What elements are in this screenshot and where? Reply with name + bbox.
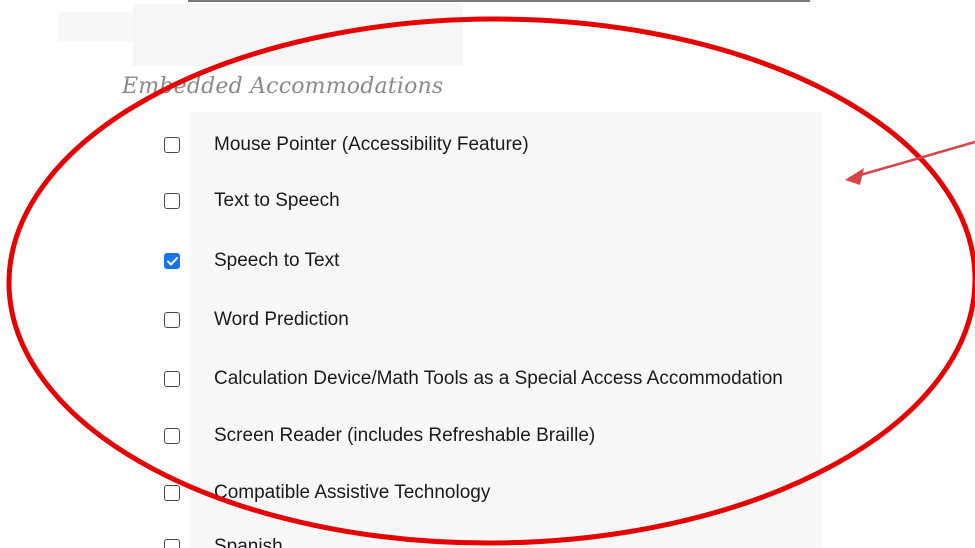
option-label: Spanish [214,536,283,548]
option-label: Speech to Text [214,250,340,271]
checkbox[interactable] [164,539,180,548]
option-item[interactable]: Calculation Device/Math Tools as a Speci… [164,364,783,394]
checkbox[interactable] [164,193,180,209]
section-heading: Embedded Accommodations [122,74,444,99]
option-label: Calculation Device/Math Tools as a Speci… [214,368,783,389]
option-label: Compatible Assistive Technology [214,482,491,503]
option-item[interactable]: Screen Reader (includes Refreshable Brai… [164,421,595,451]
checkbox[interactable] [164,485,180,501]
option-label: Mouse Pointer (Accessibility Feature) [214,134,529,155]
option-item[interactable]: Mouse Pointer (Accessibility Feature) [164,130,529,160]
option-item[interactable]: Compatible Assistive Technology [164,478,490,508]
arrow-head [845,168,864,185]
annotation-arrow [848,140,975,180]
checkbox[interactable] [164,371,180,387]
option-item[interactable]: Word Prediction [164,305,349,335]
option-label: Text to Speech [214,190,340,211]
checkbox[interactable] [164,312,180,328]
option-item[interactable]: Spanish [164,532,283,548]
checkbox[interactable] [164,253,180,269]
checkbox[interactable] [164,137,180,153]
option-label: Word Prediction [214,309,349,330]
option-item[interactable]: Text to Speech [164,186,340,216]
blurred-region [58,12,133,42]
page-canvas: Embedded Accommodations Mouse Pointer (A… [0,0,975,548]
checkmark-icon [166,256,178,265]
option-label: Screen Reader (includes Refreshable Brai… [214,425,596,446]
option-item[interactable]: Speech to Text [164,246,339,276]
blurred-region [133,4,463,66]
checkbox[interactable] [164,428,180,444]
top-border [188,0,810,2]
